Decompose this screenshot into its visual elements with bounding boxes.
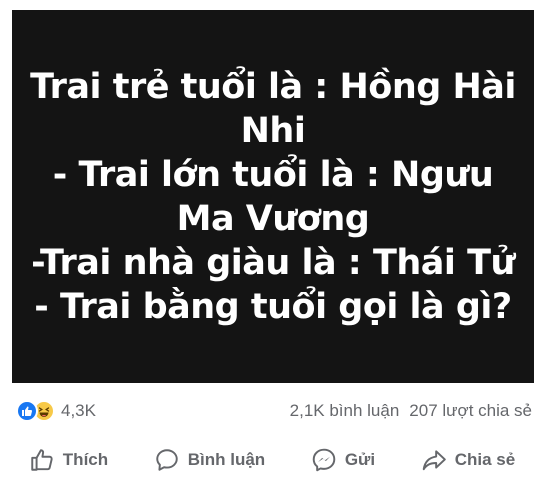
share-arrow-icon (422, 450, 446, 471)
reaction-icons (16, 400, 55, 422)
post-text-line: Nhi (240, 110, 306, 151)
post-actions-bar: Thích Bình luận Gửi Chia sẻ (0, 440, 544, 480)
like-icon (16, 400, 38, 422)
reaction-count: 4,3K (61, 401, 96, 420)
messenger-icon (312, 448, 336, 472)
comment-bubble-icon (156, 449, 178, 471)
post-text-line: - Trai bằng tuổi gọi là gì? (34, 286, 512, 327)
share-button[interactable]: Chia sẻ (421, 447, 515, 473)
post-image[interactable]: Trai trẻ tuổi là : Hồng Hài Nhi - Trai l… (12, 10, 534, 383)
post-text-line: Trai trẻ tuổi là : Hồng Hài (30, 66, 516, 107)
share-button-label: Chia sẻ (454, 450, 516, 469)
comment-button[interactable]: Bình luận (154, 447, 265, 473)
post-text-line: Ma Vương (176, 198, 370, 239)
post-text-line: -Trai nhà giàu là : Thái Tử (31, 242, 515, 283)
like-button[interactable]: Thích (29, 447, 108, 473)
like-button-label: Thích (62, 450, 109, 469)
post-text-line: - Trai lớn tuổi là : Ngưu (52, 154, 494, 195)
send-button[interactable]: Gửi (311, 447, 375, 473)
send-button-label: Gửi (344, 450, 376, 469)
post-stats-bar: 4,3K 2,1K bình luận 207 lượt chia sẻ (0, 396, 544, 426)
reactions-summary[interactable]: 4,3K (16, 400, 96, 422)
comment-button-label: Bình luận (187, 450, 266, 469)
thumbs-up-icon (31, 449, 53, 471)
share-count-link[interactable]: 207 lượt chia sẻ (409, 401, 532, 421)
comment-count-link[interactable]: 2,1K bình luận (290, 401, 400, 421)
